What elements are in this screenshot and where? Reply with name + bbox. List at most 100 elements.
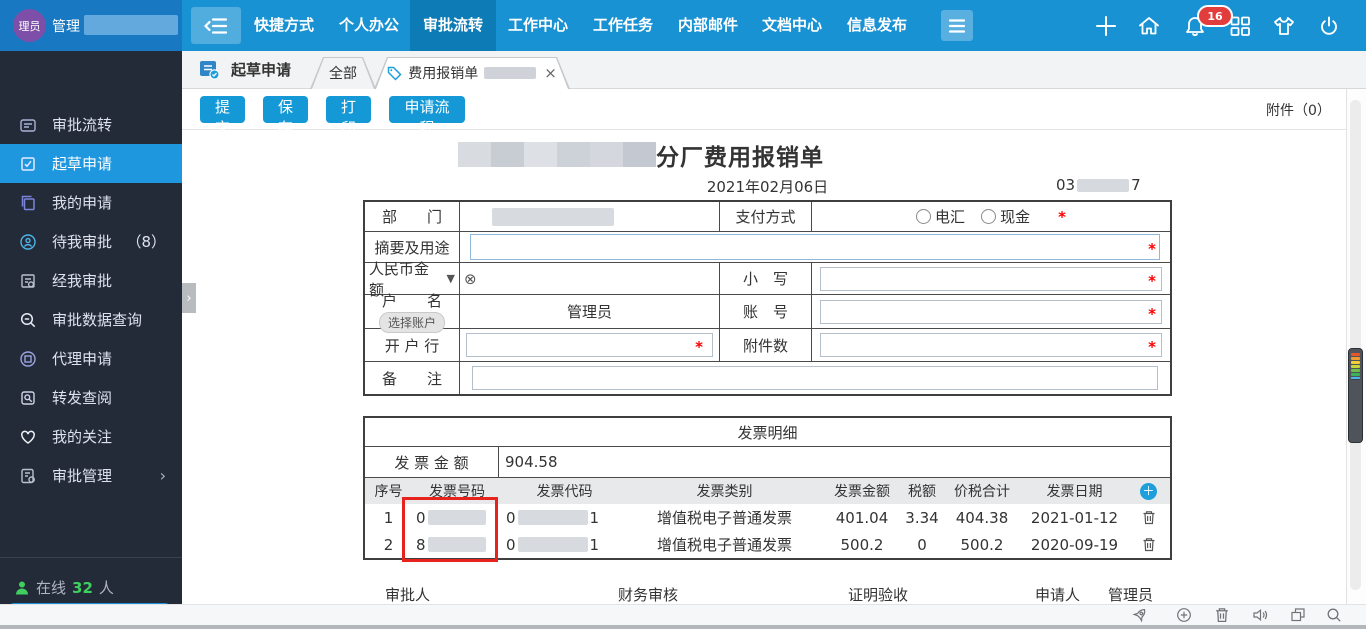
invoice-total: 500.2 xyxy=(960,535,1004,554)
collapse-menu-button[interactable] xyxy=(191,7,241,44)
dropdown-arrow-icon[interactable]: ▼ xyxy=(447,272,455,285)
nav-item-document-center[interactable]: 文档中心 xyxy=(762,0,822,51)
tab-title-redacted xyxy=(484,67,537,79)
nav-item-internal-mail[interactable]: 内部邮件 xyxy=(678,0,738,51)
add-invoice-row-button[interactable]: ＋ xyxy=(1140,482,1157,500)
applicant-label: 申请人 xyxy=(1035,586,1081,604)
speaker-icon[interactable] xyxy=(1252,607,1268,623)
doc-gear-icon xyxy=(18,467,38,485)
delete-row-icon[interactable] xyxy=(1127,537,1170,552)
summary-value-cell: * xyxy=(460,232,1170,263)
invoice-code-redacted xyxy=(517,537,588,552)
remark-label-cell: 备 注 xyxy=(365,362,460,394)
rocket-icon[interactable] xyxy=(1132,607,1148,623)
sidebar-item-my-follows[interactable]: 我的关注 xyxy=(0,417,182,456)
more-menu-button[interactable] xyxy=(941,10,973,41)
add-icon[interactable] xyxy=(1094,14,1118,38)
dept-label-cell: 部 门 xyxy=(365,202,460,232)
tag-icon xyxy=(387,66,402,81)
submit-button[interactable]: 提交 xyxy=(200,96,245,137)
request-flow-button[interactable]: 申请流程 xyxy=(389,96,465,137)
approver-label: 审批人 xyxy=(385,586,431,604)
invoice-amount-value: 904.58 xyxy=(505,453,558,471)
sidebar-item-label: 审批流转 xyxy=(52,116,113,134)
avatar[interactable]: 理员 xyxy=(13,9,46,42)
form-date: 2021年02月06日 xyxy=(706,178,829,196)
sidebar-item-approved-by-me[interactable]: 经我审批 xyxy=(0,261,182,300)
draft-section-icon xyxy=(198,58,221,81)
pay-method-label-cell: 支付方式 xyxy=(720,202,812,232)
applicant-value: 管理员 xyxy=(1108,586,1154,604)
remark-input[interactable] xyxy=(472,366,1158,390)
delete-row-icon[interactable] xyxy=(1127,510,1170,525)
account-no-input[interactable] xyxy=(820,299,1162,324)
sidebar-item-pending-my-approval[interactable]: 待我审批 （8） xyxy=(0,222,182,261)
wire-transfer-label[interactable]: 电汇 xyxy=(935,206,965,227)
cash-radio[interactable] xyxy=(981,209,997,224)
doc-number-redacted xyxy=(1077,178,1130,192)
sidebar-item-draft-request[interactable]: 起草申请 xyxy=(0,144,182,183)
col-invoice-date: 发票日期 xyxy=(1046,484,1103,500)
nav-item-info-publish[interactable]: 信息发布 xyxy=(847,0,907,51)
scrollbar-track[interactable] xyxy=(1350,100,1361,590)
invoice-amount-label: 发 票 金 额 xyxy=(365,447,499,477)
col-invoice-amount: 发票金额 xyxy=(834,484,890,500)
tab-close-icon[interactable]: × xyxy=(544,65,557,81)
nav-item-personal-office[interactable]: 个人办公 xyxy=(339,0,399,51)
tab-expense-form[interactable]: 费用报销单 × xyxy=(374,57,570,89)
bank-input[interactable] xyxy=(466,333,713,357)
nav-item-work-tasks[interactable]: 工作任务 xyxy=(593,0,653,51)
topbar-user-section: 理员 管理 xyxy=(0,0,182,51)
required-mark: * xyxy=(1148,271,1156,290)
sidebar-item-approval-flow[interactable]: 审批流转 xyxy=(0,105,182,144)
nav-item-work-center[interactable]: 工作中心 xyxy=(508,0,568,51)
sidebar-item-approval-data-query[interactable]: 审批数据查询 xyxy=(0,300,182,339)
attach-count-input[interactable] xyxy=(820,333,1162,357)
invoice-code-prefix: 0 xyxy=(506,508,516,527)
save-button[interactable]: 保存 xyxy=(263,96,308,137)
theme-shirt-icon[interactable] xyxy=(1272,14,1296,38)
username-redacted xyxy=(84,15,178,35)
home-icon[interactable] xyxy=(1137,14,1161,38)
collapse-menu-icon xyxy=(204,16,228,36)
feedback-plus-icon[interactable] xyxy=(1176,607,1192,623)
sidebar-collapse-handle[interactable]: › xyxy=(182,283,196,313)
invoice-section-title: 发票明细 xyxy=(365,418,1170,447)
pay-method-label: 支付方式 xyxy=(735,208,796,226)
pay-method-value-cell: 电汇 现金 * xyxy=(812,202,1170,232)
attachment-link[interactable]: 附件（0） xyxy=(1266,100,1331,120)
dept-label: 部 门 xyxy=(381,208,442,226)
bank-value-cell: * xyxy=(460,329,720,362)
sidebar-item-approval-management[interactable]: 审批管理 › xyxy=(0,456,182,495)
online-unit: 人 xyxy=(98,579,114,597)
wire-transfer-radio[interactable] xyxy=(916,209,932,224)
tab-all[interactable]: 全部 xyxy=(310,57,376,89)
sidebar-item-my-requests[interactable]: 我的申请 xyxy=(0,183,182,222)
account-no-label-cell: 账 号 xyxy=(720,295,812,329)
trash-icon[interactable] xyxy=(1214,607,1230,623)
nav-item-approval-flow[interactable]: 审批流转 xyxy=(410,0,496,51)
print-button[interactable]: 打印 xyxy=(326,96,371,137)
sidebar-item-proxy-request[interactable]: 代理申请 xyxy=(0,339,182,378)
invoice-type: 增值税电子普通发票 xyxy=(656,536,792,554)
doc-number-prefix: 03 xyxy=(1056,176,1076,194)
power-icon[interactable] xyxy=(1317,14,1341,38)
required-mark: * xyxy=(1058,207,1066,226)
sidebar-item-label: 我的申请 xyxy=(52,194,113,212)
tab-all-label: 全部 xyxy=(329,66,357,82)
notification-badge[interactable]: 16 xyxy=(1197,5,1233,27)
lowercase-amount-input[interactable] xyxy=(820,266,1162,291)
scrollbar-thumb[interactable] xyxy=(1348,348,1363,443)
form-title: 分厂费用报销单 xyxy=(656,145,824,171)
summary-input[interactable] xyxy=(470,234,1160,260)
nav-item-shortcuts[interactable]: 快捷方式 xyxy=(254,0,314,51)
invoice-code-redacted xyxy=(517,510,588,525)
restore-window-icon[interactable] xyxy=(1290,607,1306,623)
zoom-search-icon[interactable] xyxy=(1326,607,1342,623)
attach-count-label-cell: 附件数 xyxy=(720,329,812,362)
invoice-type: 增值税电子普通发票 xyxy=(656,509,792,527)
cash-label[interactable]: 现金 xyxy=(1000,206,1030,227)
account-no-label: 账 号 xyxy=(742,303,788,321)
sidebar-item-forward-review[interactable]: 转发查阅 xyxy=(0,378,182,417)
required-mark: * xyxy=(1148,239,1156,258)
